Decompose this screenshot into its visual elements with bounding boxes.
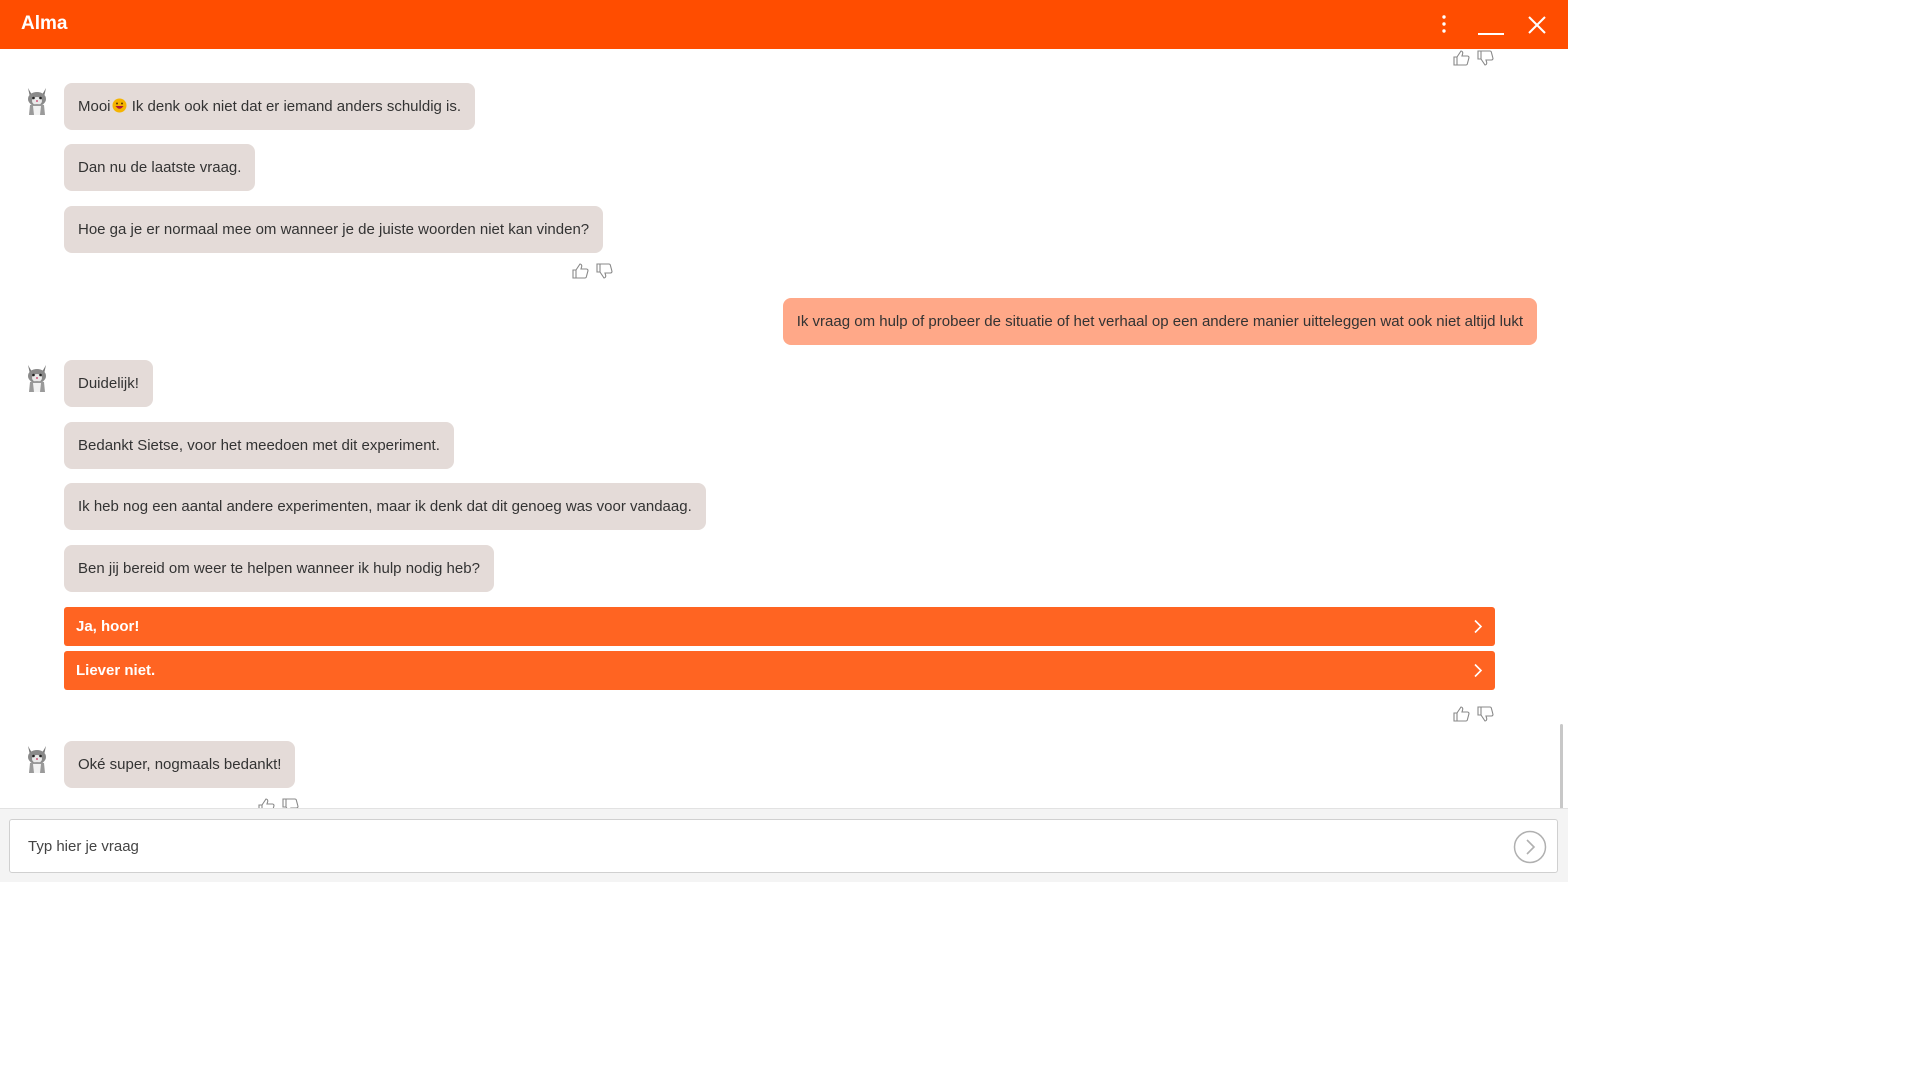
message-text: Ik denk ook niet dat er iemand anders sc…: [131, 98, 462, 115]
chevron-right-icon: [1474, 619, 1483, 634]
app-title: Alma: [21, 13, 68, 34]
chat-header: Alma: [0, 0, 1568, 49]
minimize-icon[interactable]: [1471, 0, 1511, 49]
bot-message: Hoe ga je er normaal mee om wanneer je d…: [64, 206, 604, 253]
kebab-menu-icon[interactable]: [1424, 0, 1464, 49]
bot-message: Mooi Ik denk ook niet dat er iemand ande…: [64, 83, 476, 130]
choice-label: Liever niet.: [76, 662, 156, 679]
bot-message: Duidelijk!: [64, 360, 153, 407]
message-feedback: [571, 261, 619, 281]
bot-avatar: [24, 743, 50, 775]
choice-button-liever-niet[interactable]: Liever niet.: [64, 651, 1495, 690]
thumbs-down-icon[interactable]: [1476, 49, 1496, 68]
chevron-right-icon: [1474, 663, 1483, 678]
bot-message: Ben jij bereid om weer te helpen wanneer…: [64, 545, 494, 592]
thumbs-down-icon[interactable]: [595, 261, 615, 281]
choice-label: Ja, hoor!: [76, 618, 140, 635]
bot-avatar: [24, 85, 50, 117]
choice-button-ja-hoor[interactable]: Ja, hoor!: [64, 607, 1495, 646]
bot-message: Dan nu de laatste vraag.: [64, 144, 256, 191]
message-input-box: [9, 819, 1558, 873]
bot-message: Ik heb nog een aantal andere experimente…: [64, 483, 706, 530]
bot-message: Oké super, nogmaals bedankt!: [64, 741, 296, 788]
send-icon: [1513, 830, 1547, 864]
message-feedback: [1452, 49, 1500, 68]
grinning-face-emoji: [112, 85, 127, 113]
thumbs-down-icon[interactable]: [281, 796, 301, 808]
scrollbar[interactable]: [1560, 724, 1563, 808]
user-message: Ik vraag om hulp of probeer de situatie …: [782, 298, 1537, 345]
send-button[interactable]: [1513, 830, 1547, 864]
message-text: Mooi: [78, 98, 111, 115]
message-input[interactable]: [10, 820, 1490, 872]
thumbs-up-icon[interactable]: [1452, 704, 1472, 724]
bot-message: Bedankt Sietse, voor het meedoen met dit…: [64, 422, 454, 469]
thumbs-up-icon[interactable]: [257, 796, 277, 808]
conversation-area[interactable]: Mooi Ik denk ook niet dat er iemand ande…: [0, 49, 1568, 808]
bot-avatar: [24, 362, 50, 394]
thumbs-up-icon[interactable]: [571, 261, 591, 281]
thumbs-down-icon[interactable]: [1476, 704, 1496, 724]
thumbs-up-icon[interactable]: [1452, 49, 1472, 68]
composer: [0, 808, 1568, 882]
message-feedback: [1452, 704, 1500, 724]
message-feedback: [257, 796, 305, 808]
close-icon[interactable]: [1517, 0, 1557, 49]
